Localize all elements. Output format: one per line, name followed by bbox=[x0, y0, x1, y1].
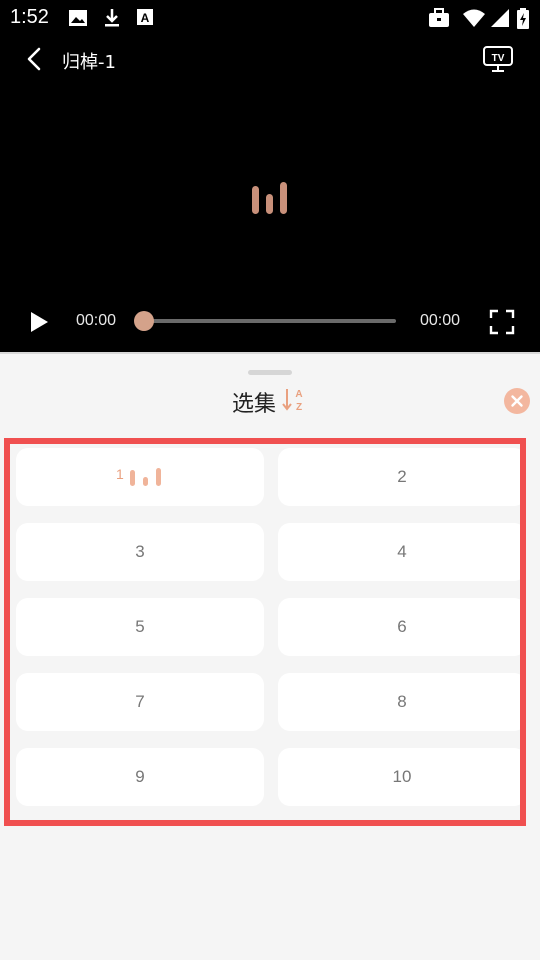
video-title: 归棹-1 bbox=[62, 52, 116, 73]
episode-label: 5 bbox=[135, 617, 145, 636]
svg-text:A: A bbox=[295, 389, 302, 400]
drag-handle[interactable] bbox=[248, 370, 292, 375]
playing-indicator-icon bbox=[130, 468, 161, 486]
signal-icon bbox=[491, 9, 509, 27]
episode-grid: 1 2 3 4 5 6 7 8 9 10 bbox=[4, 438, 526, 826]
sort-az-icon[interactable]: A Z bbox=[282, 386, 306, 414]
player-controls: 00:00 00:00 bbox=[0, 300, 540, 344]
close-icon[interactable] bbox=[504, 388, 530, 414]
episode-button-1[interactable]: 1 bbox=[16, 448, 264, 506]
status-bar: 1:52 A bbox=[0, 0, 540, 36]
svg-text:A: A bbox=[141, 11, 150, 25]
episode-button-4[interactable]: 4 bbox=[278, 523, 520, 581]
episode-label: 8 bbox=[397, 692, 407, 711]
episode-label: 2 bbox=[397, 467, 407, 486]
episode-label: 7 bbox=[135, 692, 145, 711]
current-time: 00:00 bbox=[76, 312, 117, 329]
episode-button-6[interactable]: 6 bbox=[278, 598, 520, 656]
episode-label: 4 bbox=[397, 542, 407, 561]
battery-icon bbox=[517, 8, 529, 29]
fullscreen-icon[interactable] bbox=[488, 308, 516, 336]
svg-text:TV: TV bbox=[492, 53, 505, 64]
wifi-icon bbox=[463, 9, 485, 27]
play-icon[interactable] bbox=[28, 310, 50, 334]
video-player[interactable]: 1:52 A 归棹-1 TV 00:00 00:00 bbox=[0, 0, 540, 352]
image-icon bbox=[69, 10, 87, 26]
briefcase-icon bbox=[429, 8, 449, 27]
svg-text:Z: Z bbox=[296, 402, 302, 413]
episode-button-5[interactable]: 5 bbox=[16, 598, 264, 656]
progress-knob[interactable] bbox=[134, 311, 154, 331]
back-arrow-icon[interactable] bbox=[20, 44, 50, 74]
episode-button-7[interactable]: 7 bbox=[16, 673, 264, 731]
episode-panel: 选集 A Z 1 2 3 4 5 6 7 8 9 10 bbox=[0, 352, 540, 960]
download-icon bbox=[105, 9, 119, 27]
loading-bars-icon bbox=[252, 182, 287, 214]
episode-label: 6 bbox=[397, 617, 407, 636]
panel-title: 选集 bbox=[232, 392, 277, 417]
episode-label: 9 bbox=[135, 767, 145, 786]
episode-button-2[interactable]: 2 bbox=[278, 448, 520, 506]
total-time: 00:00 bbox=[420, 312, 461, 329]
episode-button-3[interactable]: 3 bbox=[16, 523, 264, 581]
episode-label: 1 bbox=[116, 466, 124, 482]
player-title-bar: 归棹-1 TV bbox=[0, 40, 540, 80]
a-icon: A bbox=[137, 9, 153, 25]
episode-label: 10 bbox=[392, 767, 412, 786]
episode-label: 3 bbox=[135, 542, 145, 561]
episode-button-10[interactable]: 10 bbox=[278, 748, 520, 806]
status-time: 1:52 bbox=[10, 6, 49, 28]
progress-bar[interactable] bbox=[140, 319, 396, 323]
tv-cast-icon[interactable]: TV bbox=[482, 44, 514, 74]
episode-button-9[interactable]: 9 bbox=[16, 748, 264, 806]
episode-button-8[interactable]: 8 bbox=[278, 673, 520, 731]
